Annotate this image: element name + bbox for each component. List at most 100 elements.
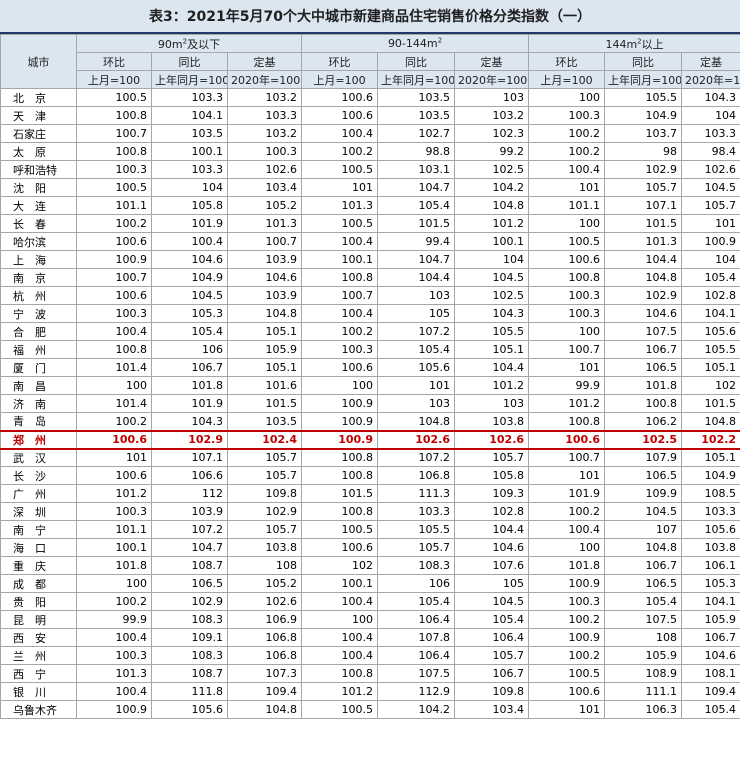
value-cell: 104.4 — [453, 520, 530, 539]
value-cell: 100.4 — [301, 592, 378, 611]
table-row: 宁 波 100.3 105.3 104.8 100.4 105 104.3 100.3 104.… — [0, 304, 740, 323]
value-cell: 100.2 — [528, 124, 606, 143]
value-cell: 100.2 — [528, 142, 606, 161]
value-cell: 106 — [151, 340, 228, 359]
value-cell: 106.5 — [604, 574, 683, 593]
value-cell: 102.6 — [681, 160, 740, 179]
city-cell: 合 肥 — [0, 322, 77, 341]
value-cell: 101.2 — [453, 214, 530, 233]
value-cell: 104.8 — [377, 412, 455, 431]
city-cell: 天 津 — [0, 106, 77, 125]
value-cell: 100.3 — [76, 304, 152, 323]
value-cell: 100.8 — [76, 340, 152, 359]
sub-header: 定基 — [227, 52, 302, 71]
city-cell: 银 川 — [0, 682, 77, 701]
value-cell: 100.6 — [301, 358, 378, 377]
value-cell: 105.7 — [681, 196, 740, 215]
value-cell: 100.6 — [76, 286, 152, 305]
table-row: 西 安 100.4 109.1 106.8 100.4 107.8 106.4 100.9 10… — [0, 628, 740, 647]
base-header: 上月=100 — [301, 70, 378, 89]
value-cell: 103.9 — [227, 286, 302, 305]
value-cell: 105.4 — [604, 592, 683, 611]
value-cell: 107.2 — [377, 448, 455, 467]
value-cell: 107.9 — [604, 448, 683, 467]
value-cell: 106 — [377, 574, 455, 593]
value-cell: 100.7 — [76, 268, 152, 287]
value-cell: 104.6 — [453, 538, 530, 557]
value-cell: 102.6 — [227, 592, 302, 611]
table-row: 广 州 101.2 112 109.8 101.5 111.3 109.3 101.9 109.… — [0, 484, 740, 503]
value-cell: 100.3 — [528, 592, 606, 611]
value-cell: 100.9 — [301, 429, 378, 450]
city-cell: 南 宁 — [0, 520, 77, 539]
value-cell: 108.9 — [604, 664, 683, 683]
city-cell: 成 都 — [0, 574, 77, 593]
value-cell: 100.2 — [301, 142, 378, 161]
value-cell: 100 — [528, 322, 606, 341]
value-cell: 101.2 — [453, 376, 530, 395]
value-cell: 104.8 — [227, 304, 302, 323]
value-cell: 102.6 — [453, 429, 530, 450]
value-cell: 100 — [301, 376, 378, 395]
value-cell: 105.7 — [453, 448, 530, 467]
city-cell: 昆 明 — [0, 610, 77, 629]
value-cell: 103.3 — [227, 106, 302, 125]
value-cell: 102.9 — [227, 502, 302, 521]
value-cell: 105.6 — [681, 520, 740, 539]
value-cell: 104.4 — [453, 358, 530, 377]
city-cell: 兰 州 — [0, 646, 77, 665]
city-cell: 长 春 — [0, 214, 77, 233]
sub-header: 定基 — [453, 52, 530, 71]
city-cell: 沈 阳 — [0, 178, 77, 197]
table-row: 成 都 100 106.5 105.2 100.1 106 105 100.9 106.5 105… — [0, 574, 740, 593]
value-cell: 104.9 — [604, 106, 683, 125]
value-cell: 104.5 — [453, 268, 530, 287]
value-cell: 101.5 — [301, 484, 378, 503]
value-cell: 100.9 — [76, 700, 152, 719]
value-cell: 105.8 — [453, 466, 530, 485]
value-cell: 100.2 — [528, 610, 606, 629]
value-cell: 100.8 — [301, 448, 378, 467]
table-row: 天 津 100.8 104.1 103.3 100.6 103.5 103.2 100.3 10… — [0, 106, 740, 125]
group-header-small: 90m2及以下 — [76, 34, 302, 53]
value-cell: 100.7 — [76, 124, 152, 143]
value-cell: 105.1 — [681, 448, 740, 467]
value-cell: 102.5 — [453, 286, 530, 305]
value-cell: 103 — [377, 394, 455, 413]
city-cell: 北 京 — [0, 88, 77, 107]
table-row: 海 口 100.1 104.7 103.8 100.6 105.7 104.6 100 104.… — [0, 538, 740, 557]
value-cell: 106.8 — [227, 646, 302, 665]
sub-header: 同比 — [377, 52, 455, 71]
value-cell: 100.1 — [301, 250, 378, 269]
value-cell: 100.3 — [76, 502, 152, 521]
table-body: 北 京 100.5 103.3 103.2 100.6 103.5 103 100 105.5 1… — [0, 88, 740, 719]
value-cell: 103 — [377, 286, 455, 305]
value-cell: 101.4 — [76, 394, 152, 413]
value-cell: 99.9 — [76, 610, 152, 629]
value-cell: 100.5 — [76, 88, 152, 107]
value-cell: 108.5 — [681, 484, 740, 503]
value-cell: 104.3 — [453, 304, 530, 323]
value-cell: 105.1 — [681, 358, 740, 377]
value-cell: 104.2 — [453, 178, 530, 197]
value-cell: 102.9 — [604, 286, 683, 305]
value-cell: 104.6 — [151, 250, 228, 269]
base-header: 上年同月=100 — [151, 70, 228, 89]
sub-header: 环比 — [528, 52, 606, 71]
value-cell: 101.5 — [604, 214, 683, 233]
value-cell: 100.3 — [528, 286, 606, 305]
value-cell: 108.3 — [377, 556, 455, 575]
value-cell: 108.1 — [681, 664, 740, 683]
value-cell: 102.2 — [681, 429, 740, 450]
city-cell: 宁 波 — [0, 304, 77, 323]
value-cell: 109.4 — [227, 682, 302, 701]
value-cell: 103.9 — [227, 250, 302, 269]
value-cell: 105.3 — [151, 304, 228, 323]
sub-header: 同比 — [604, 52, 683, 71]
value-cell: 104.8 — [604, 268, 683, 287]
table-row: 南 宁 101.1 107.2 105.7 100.5 105.5 104.4 100.4 10… — [0, 520, 740, 539]
base-header: 2020年=100 — [227, 70, 302, 89]
value-cell: 100.8 — [604, 394, 683, 413]
city-cell: 海 口 — [0, 538, 77, 557]
table-row: 郑 州 100.6 102.9 102.4 100.9 102.6 102.6 100.6 10… — [0, 429, 740, 450]
